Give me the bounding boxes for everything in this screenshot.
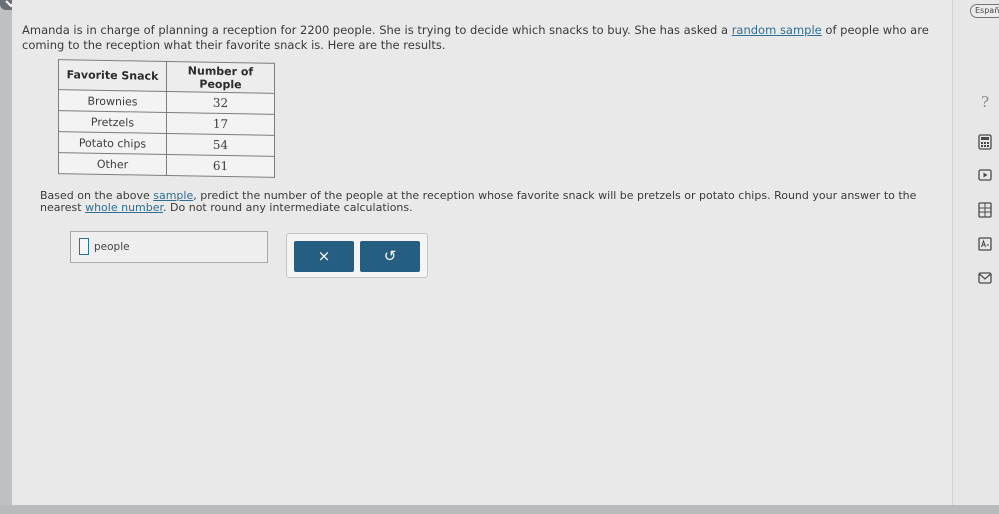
bottom-bar xyxy=(0,505,999,514)
table-cell-count: 17 xyxy=(166,112,275,136)
problem-statement: Amanda is in charge of planning a recept… xyxy=(22,23,942,53)
table-cell-snack: Brownies xyxy=(58,89,167,113)
answer-button-panel: × ↺ xyxy=(286,233,428,278)
table-cell-count: 32 xyxy=(166,91,275,115)
undo-button[interactable]: ↺ xyxy=(360,241,420,272)
video-icon[interactable] xyxy=(976,167,994,185)
left-edge xyxy=(0,0,12,514)
whole-number-link[interactable]: whole number xyxy=(85,201,163,214)
close-icon: × xyxy=(317,247,331,265)
answer-input[interactable]: people xyxy=(70,231,268,263)
table-row: Other 61 xyxy=(58,152,275,178)
table-header-count: Number of People xyxy=(166,61,275,94)
tool-sidebar: Español ? xyxy=(952,0,999,505)
help-icon[interactable]: ? xyxy=(976,93,994,111)
mail-icon[interactable] xyxy=(976,270,994,288)
question-prompt: Based on the above sample, predict the n… xyxy=(40,190,940,214)
question-panel: Amanda is in charge of planning a recept… xyxy=(12,0,952,505)
table-cell-count: 54 xyxy=(166,133,275,157)
table-cell-count: 61 xyxy=(166,154,275,178)
answer-entry-field[interactable] xyxy=(79,238,89,255)
language-toggle-button[interactable]: Español xyxy=(970,4,999,18)
snack-table: Favorite Snack Number of People Brownies… xyxy=(58,59,275,178)
answer-unit-label: people xyxy=(94,241,130,253)
table-header-snack: Favorite Snack xyxy=(58,59,167,92)
random-sample-link[interactable]: random sample xyxy=(732,23,822,37)
periodic-table-icon[interactable] xyxy=(976,202,994,220)
table-cell-snack: Potato chips xyxy=(58,131,167,155)
glossary-icon[interactable] xyxy=(976,236,994,254)
problem-text-part: Amanda is in charge of planning a recept… xyxy=(22,23,732,37)
clear-button[interactable]: × xyxy=(294,241,354,272)
table-cell-snack: Pretzels xyxy=(58,110,167,134)
undo-icon: ↺ xyxy=(383,247,397,265)
table-cell-snack: Other xyxy=(58,152,167,176)
question-text-part: . Do not round any intermediate calculat… xyxy=(163,201,413,214)
calculator-icon[interactable] xyxy=(976,134,994,152)
